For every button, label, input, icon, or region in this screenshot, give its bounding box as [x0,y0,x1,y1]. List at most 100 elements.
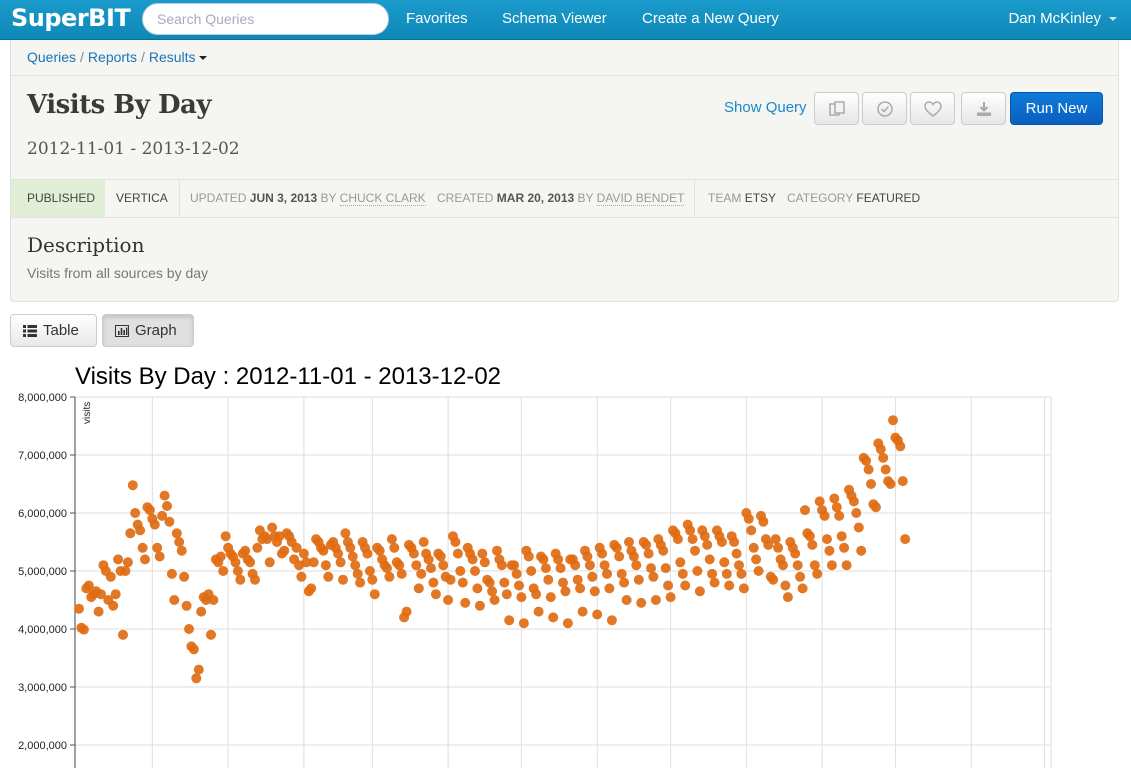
data-point [306,583,317,594]
run-new-button[interactable]: Run New [1010,92,1103,125]
data-point [188,644,199,655]
data-point [516,592,527,603]
data-point [374,545,385,556]
data-point [604,583,615,594]
nav-favorites[interactable]: Favorites [406,10,468,27]
data-point [159,490,170,501]
brand-logo[interactable]: SuperBIT [11,4,131,32]
data-point [633,574,644,585]
data-point [619,577,630,588]
data-point [386,534,397,545]
data-point [562,618,573,629]
data-point [824,545,835,556]
data-point [426,563,436,574]
data-point [501,589,512,600]
data-point [592,609,603,620]
data-point [443,595,454,605]
show-query-link[interactable]: Show Query [724,99,807,116]
data-point [423,554,434,565]
y-tick-label: 4,000,000 [18,624,67,636]
heart-icon [923,100,942,117]
data-point [523,551,534,562]
data-point [692,566,703,576]
data-point [191,673,202,684]
updated-info: UPDATED JUN 3, 2013 BY CHUCK CLARK [190,191,426,206]
breadcrumb-queries[interactable]: Queries [27,49,76,65]
data-point [804,531,815,542]
data-point [320,560,331,571]
data-point [171,528,182,539]
data-point [660,563,671,574]
data-point [264,557,275,568]
nav-create-query[interactable]: Create a New Query [642,10,779,27]
table-view-button[interactable]: Table [10,314,97,347]
search-input[interactable] [142,3,389,35]
breadcrumb-results[interactable]: Results [149,49,207,65]
data-point [230,557,241,568]
check-circle-icon [876,100,893,117]
data-point [719,557,730,568]
data-point [184,624,194,634]
y-tick-label: 2,000,000 [18,740,67,752]
graph-view-button[interactable]: Graph [102,314,194,347]
favorite-button[interactable] [910,92,955,125]
data-point [125,528,136,539]
data-point [130,508,141,518]
caret-down-icon [198,56,207,61]
data-point [457,577,468,588]
updated-by-link[interactable]: CHUCK CLARK [339,191,426,206]
download-icon [976,101,991,116]
data-point [215,551,226,562]
data-point [575,583,586,594]
data-point [702,539,713,550]
data-point [267,522,278,533]
data-point [663,580,674,591]
data-point [355,577,366,588]
data-point [78,624,89,635]
data-point [897,476,908,487]
nav-schema-viewer[interactable]: Schema Viewer [502,10,607,27]
data-point [782,592,793,603]
data-point [584,560,595,571]
breadcrumb-reports[interactable]: Reports [88,49,137,65]
data-point [352,568,363,579]
data-point [829,493,840,504]
data-point [460,597,471,608]
created-by-link[interactable]: DAVID BENDET [596,191,685,206]
data-point [181,600,192,611]
data-point [533,606,544,617]
data-point [489,595,500,605]
download-button[interactable] [961,92,1006,125]
data-point [206,629,216,640]
data-point [338,574,348,585]
data-point [587,571,598,582]
chevron-down-icon [1109,17,1117,22]
data-point [232,566,243,576]
data-point [553,554,564,565]
data-point [861,455,872,466]
data-point [235,574,246,585]
bar-chart-icon [115,324,129,337]
description-text: Visits from all sources by day [27,265,209,281]
data-point [743,513,754,524]
verify-button[interactable] [862,92,907,125]
data-point [240,545,251,556]
data-point [435,551,446,562]
data-point [856,545,867,556]
data-point [589,586,600,597]
data-point [650,595,661,605]
y-tick-label: 6,000,000 [18,508,67,520]
copy-button[interactable] [814,92,859,125]
user-menu[interactable]: Dan McKinley [1008,10,1117,27]
data-point [834,510,845,521]
data-point [555,563,566,574]
data-point [296,571,307,582]
data-point [770,534,781,545]
data-point [570,560,581,571]
data-point [474,600,485,611]
data-point [477,548,488,559]
data-point [790,548,801,559]
y-axis-label: visits [82,402,93,424]
data-point [599,560,610,571]
data-point [748,542,759,553]
